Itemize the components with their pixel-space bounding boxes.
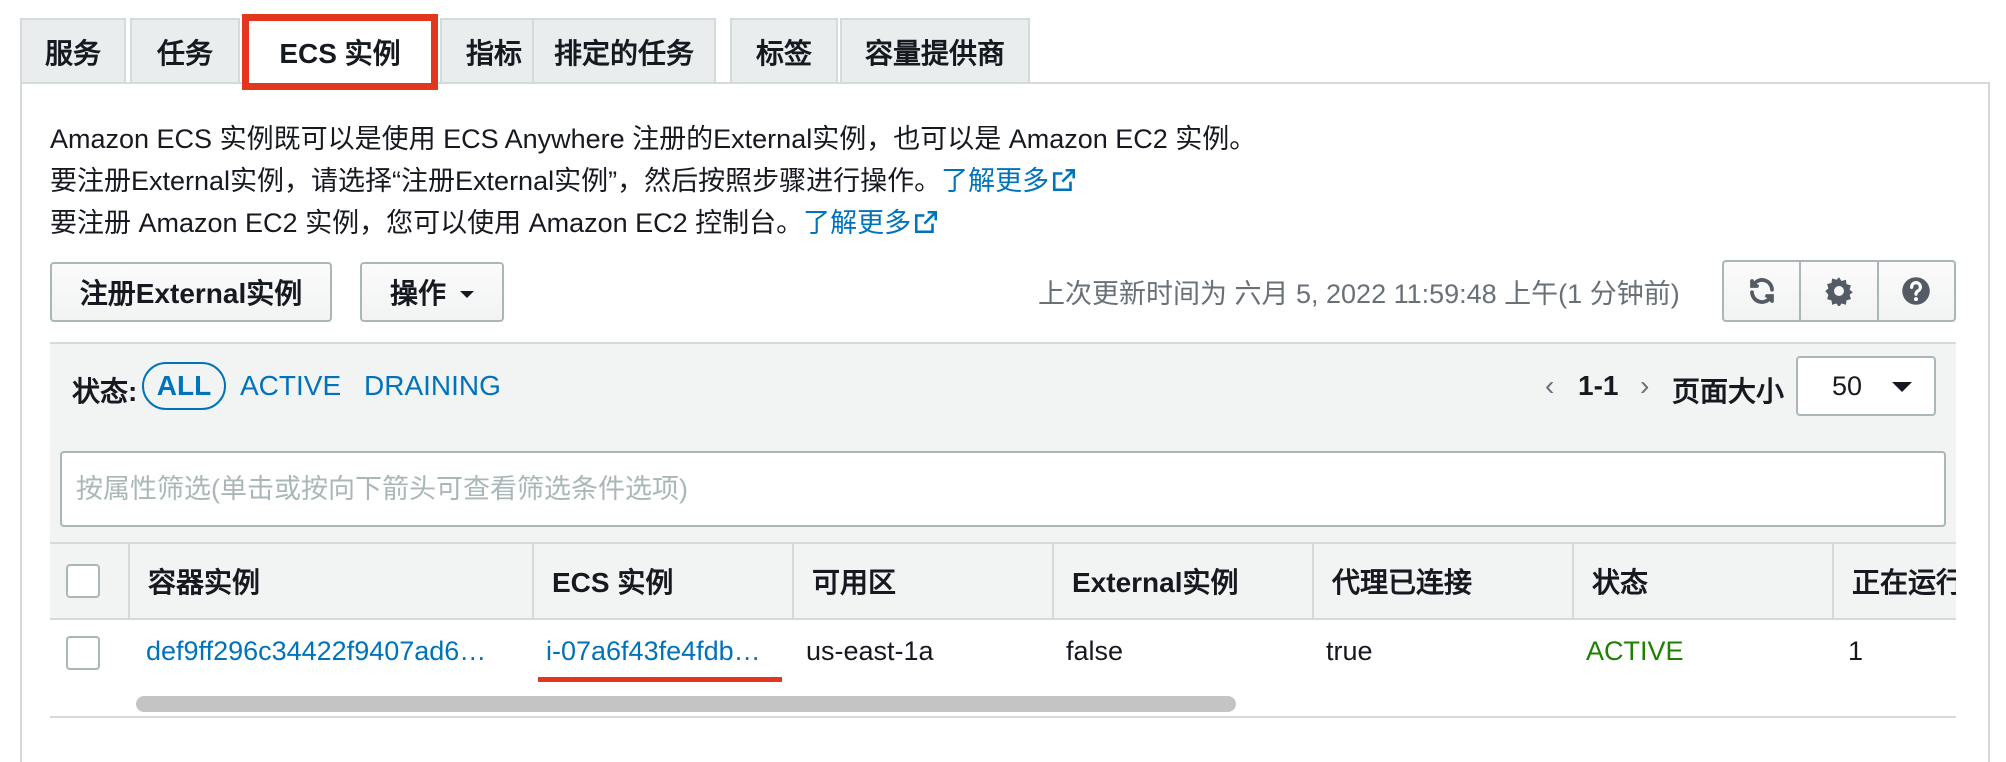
page-size-value: 50 xyxy=(1832,370,1863,401)
tab-tags[interactable]: 标签 xyxy=(730,18,838,84)
previous-page-icon[interactable]: ‹ xyxy=(1545,370,1554,402)
intro-line-3-text: 要注册 Amazon EC2 实例，您可以使用 Amazon EC2 控制台。 xyxy=(50,208,804,238)
caret-down-icon xyxy=(460,290,474,298)
page-size-select[interactable]: 50 xyxy=(1796,356,1936,416)
column-header-label: 代理已连接 xyxy=(1332,567,1473,598)
column-header-agent-connected[interactable]: 代理已连接 xyxy=(1312,542,1572,620)
page-size-label: 页面大小 xyxy=(1672,376,1785,407)
register-external-instance-button[interactable]: 注册External实例 xyxy=(50,262,332,322)
ecs-instance-link[interactable]: i-07a6f43fe4fdb… xyxy=(546,636,761,667)
learn-more-label: 了解更多 xyxy=(803,208,912,238)
scrollbar-thumb[interactable] xyxy=(136,696,1236,712)
tab-label: 指标 xyxy=(465,38,522,69)
running-tasks-cell: 1 xyxy=(1848,636,1864,666)
actions-button-label: 操作 xyxy=(389,278,446,309)
filter-search-input[interactable] xyxy=(60,451,1946,527)
tab-label: 标签 xyxy=(755,38,812,69)
learn-more-label: 了解更多 xyxy=(941,166,1050,196)
help-icon xyxy=(1902,277,1931,305)
column-header-container-instance[interactable]: 容器实例 xyxy=(128,542,532,620)
intro-line-2: 要注册External实例，请选择“注册External实例”，然后按照步骤进行… xyxy=(50,160,1256,202)
dropdown-arrow-icon xyxy=(1892,382,1912,392)
tab-services[interactable]: 服务 xyxy=(20,18,126,84)
column-header-label: 正在运行 xyxy=(1852,567,1956,598)
status-cell: ACTIVE xyxy=(1586,636,1684,666)
toolbar-icon-group xyxy=(1722,260,1956,322)
status-filter-draining[interactable]: DRAINING xyxy=(364,370,501,402)
learn-more-link[interactable]: 了解更多 xyxy=(803,208,939,238)
tab-label: 任务 xyxy=(156,38,213,69)
column-header-external-instance[interactable]: External实例 xyxy=(1052,542,1312,620)
status-filter-all[interactable]: ALL xyxy=(142,362,226,410)
refresh-button[interactable] xyxy=(1724,262,1802,320)
tab-label: 排定的任务 xyxy=(553,38,694,69)
tab-label: 容量提供商 xyxy=(864,38,1005,69)
learn-more-link[interactable]: 了解更多 xyxy=(941,166,1077,196)
availability-zone-cell: us-east-1a xyxy=(806,636,934,666)
container-instance-link[interactable]: def9ff296c34422f9407ad6… xyxy=(146,636,486,667)
column-header-label: External实例 xyxy=(1072,567,1239,598)
intro-line-2-text: 要注册External实例，请选择“注册External实例”，然后按照步骤进行… xyxy=(50,166,942,196)
column-header-label: 容器实例 xyxy=(148,567,261,598)
column-header-running[interactable]: 正在运行 xyxy=(1832,542,1956,620)
column-header-label: ECS 实例 xyxy=(552,567,674,598)
tab-tasks[interactable]: 任务 xyxy=(130,18,240,84)
tab-scheduled-tasks[interactable]: 排定的任务 xyxy=(532,18,716,84)
intro-line-3: 要注册 Amazon EC2 实例，您可以使用 Amazon EC2 控制台。了… xyxy=(50,202,1256,244)
row-checkbox[interactable] xyxy=(66,636,100,670)
register-button-label: 注册External实例 xyxy=(79,278,303,309)
last-updated-text: 上次更新时间为 六月 5, 2022 11:59:48 上午(1 分钟前) xyxy=(1038,279,1680,309)
column-header-status[interactable]: 状态 xyxy=(1572,542,1832,620)
status-filter-label: 状态: xyxy=(72,376,138,407)
help-button[interactable] xyxy=(1879,262,1954,320)
refresh-icon xyxy=(1749,278,1774,304)
highlight-underline xyxy=(538,677,782,682)
status-filter-all-label: ALL xyxy=(156,370,212,401)
tab-capacity-providers[interactable]: 容量提供商 xyxy=(840,18,1030,84)
agent-connected-cell: true xyxy=(1326,636,1373,666)
external-instance-cell: false xyxy=(1066,636,1124,666)
column-header-label: 状态 xyxy=(1592,567,1649,598)
tab-label: ECS 实例 xyxy=(279,38,401,69)
next-page-icon[interactable]: › xyxy=(1640,370,1649,402)
external-link-icon xyxy=(1053,168,1076,192)
external-link-icon xyxy=(915,210,938,234)
column-header-availability-zone[interactable]: 可用区 xyxy=(792,542,1052,620)
settings-button[interactable] xyxy=(1801,262,1879,320)
column-header-ecs-instance[interactable]: ECS 实例 xyxy=(532,542,792,620)
gear-icon xyxy=(1825,277,1853,306)
tab-ecs-instances[interactable]: ECS 实例 xyxy=(242,14,438,90)
intro-text: Amazon ECS 实例既可以是使用 ECS Anywhere 注册的Exte… xyxy=(50,118,1256,244)
tab-label: 服务 xyxy=(44,38,101,69)
page-range: 1-1 xyxy=(1578,370,1619,401)
actions-dropdown-button[interactable]: 操作 xyxy=(360,262,504,322)
column-header-label: 可用区 xyxy=(812,567,897,598)
status-filter-active[interactable]: ACTIVE xyxy=(240,370,341,402)
intro-line-1: Amazon ECS 实例既可以是使用 ECS Anywhere 注册的Exte… xyxy=(50,124,1257,154)
select-all-checkbox[interactable] xyxy=(66,564,100,598)
